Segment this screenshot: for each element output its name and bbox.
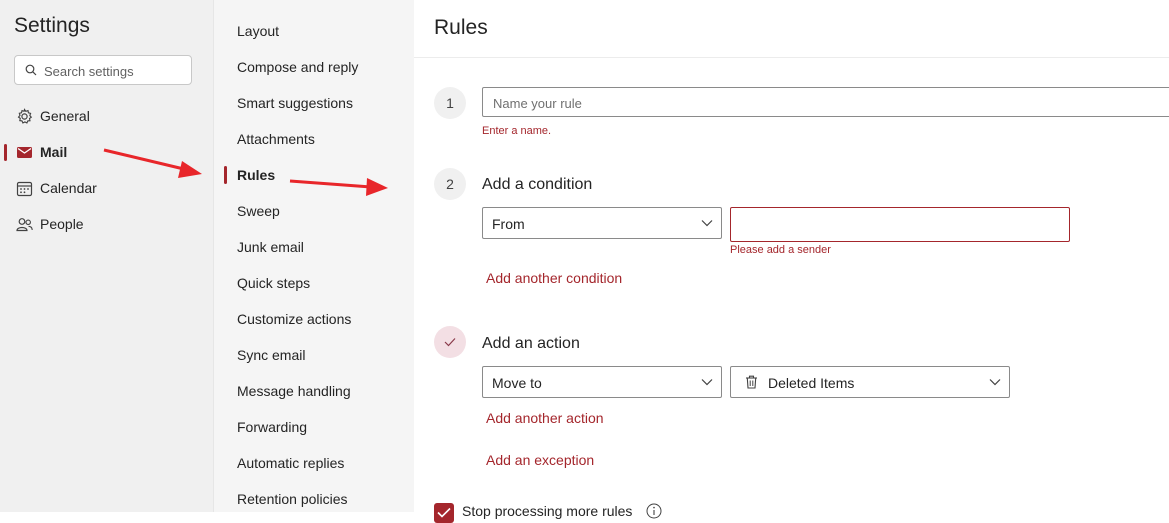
nav-item-people[interactable]: People xyxy=(0,209,213,239)
mail-nav-sweep[interactable]: Sweep xyxy=(237,203,280,223)
rule-name-field[interactable] xyxy=(482,87,1169,117)
step-number-2: 2 xyxy=(434,168,466,200)
selection-indicator xyxy=(4,144,7,161)
mail-nav-smart-suggestions[interactable]: Smart suggestions xyxy=(237,95,353,115)
mail-icon xyxy=(17,147,32,158)
rule-name-input[interactable] xyxy=(491,93,1124,113)
chevron-down-icon xyxy=(701,220,713,227)
action-dropdown-value: Move to xyxy=(492,375,542,391)
folder-dropdown-value: Deleted Items xyxy=(768,375,855,391)
mail-nav-message-handling[interactable]: Message handling xyxy=(237,383,351,403)
mail-nav-quick-steps[interactable]: Quick steps xyxy=(237,275,310,295)
mail-nav-rules[interactable]: Rules xyxy=(237,167,275,187)
condition-dropdown-value: From xyxy=(492,216,525,232)
add-action-heading: Add an action xyxy=(482,335,580,352)
page-title: Rules xyxy=(434,16,488,39)
search-icon xyxy=(25,64,37,76)
gear-icon xyxy=(17,108,33,124)
mail-nav-automatic-replies[interactable]: Automatic replies xyxy=(237,455,344,475)
checkmark-icon xyxy=(444,338,456,347)
divider xyxy=(414,57,1169,58)
search-settings-input[interactable] xyxy=(42,60,192,82)
mail-nav-junk-email[interactable]: Junk email xyxy=(237,239,304,259)
chevron-down-icon xyxy=(701,379,713,386)
settings-title: Settings xyxy=(14,14,90,37)
search-settings-box[interactable] xyxy=(14,55,192,85)
trash-icon xyxy=(746,375,757,389)
sender-input-field[interactable] xyxy=(730,207,1070,242)
sender-error: Please add a sender xyxy=(730,244,831,256)
step-number-1: 1 xyxy=(434,87,466,119)
mail-nav-sync-email[interactable]: Sync email xyxy=(237,347,305,367)
annotation-arrow-mail xyxy=(103,148,202,178)
chevron-down-icon xyxy=(989,379,1001,386)
nav-label-people: People xyxy=(40,216,84,232)
mail-nav-compose-and-reply[interactable]: Compose and reply xyxy=(237,59,358,79)
stop-processing-label: Stop processing more rules xyxy=(462,503,633,519)
mail-nav-layout[interactable]: Layout xyxy=(237,23,279,43)
rules-editor: Rules 1 Enter a name. 2 Add a condition … xyxy=(414,0,1169,523)
annotation-arrow-rules xyxy=(289,178,388,196)
add-another-condition-link[interactable]: Add another condition xyxy=(486,270,622,286)
folder-dropdown[interactable]: Deleted Items xyxy=(730,366,1010,398)
sender-input[interactable] xyxy=(739,213,1048,233)
step-complete-indicator xyxy=(434,326,466,358)
stop-processing-checkbox[interactable] xyxy=(434,503,454,523)
mail-settings-nav: Layout Compose and reply Smart suggestio… xyxy=(213,0,414,512)
add-condition-heading: Add a condition xyxy=(482,176,593,193)
add-another-action-link[interactable]: Add another action xyxy=(486,410,604,426)
rule-name-error: Enter a name. xyxy=(482,125,552,137)
condition-dropdown[interactable]: From xyxy=(482,207,722,239)
selection-indicator xyxy=(224,166,227,184)
info-icon[interactable] xyxy=(646,503,662,519)
mail-nav-attachments[interactable]: Attachments xyxy=(237,131,315,151)
nav-label-calendar: Calendar xyxy=(40,180,97,196)
action-dropdown[interactable]: Move to xyxy=(482,366,722,398)
nav-label-general: General xyxy=(40,108,90,124)
nav-item-general[interactable]: General xyxy=(0,101,213,131)
nav-label-mail: Mail xyxy=(40,144,68,160)
add-exception-link[interactable]: Add an exception xyxy=(486,452,594,468)
mail-nav-customize-actions[interactable]: Customize actions xyxy=(237,311,351,331)
people-icon xyxy=(16,218,33,232)
mail-nav-retention-policies[interactable]: Retention policies xyxy=(237,491,348,511)
mail-nav-forwarding[interactable]: Forwarding xyxy=(237,419,307,439)
calendar-icon xyxy=(16,181,33,197)
checkmark-icon xyxy=(437,507,451,518)
settings-nav-pane: Settings General Mail Calendar xyxy=(0,0,213,512)
